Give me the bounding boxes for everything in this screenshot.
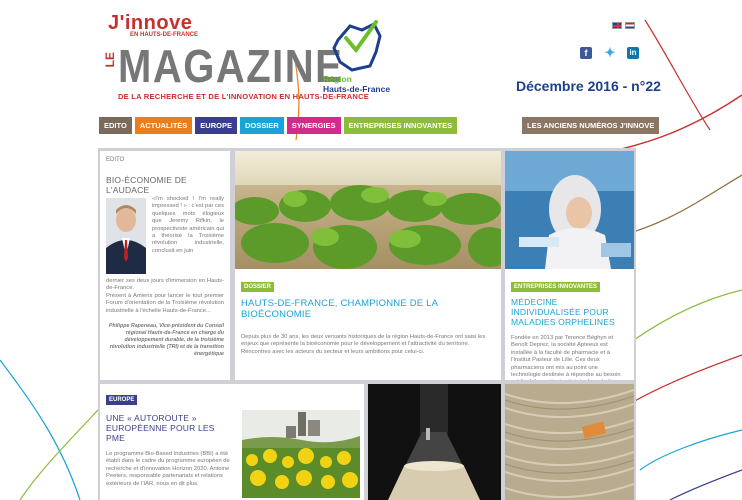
dossier-tag[interactable]: DOSSIER: [241, 282, 275, 292]
facebook-icon[interactable]: f: [580, 47, 592, 59]
europe-tag[interactable]: EUROPE: [106, 395, 138, 405]
tab-entreprises-innovantes[interactable]: ENTREPRISES INNOVANTES: [343, 117, 458, 134]
flag-uk-icon[interactable]: [612, 22, 622, 29]
logo-jinnove-subtext: EN HAUTS-DE-FRANCE: [130, 32, 198, 38]
fibers-card[interactable]: [505, 384, 634, 500]
flask-card[interactable]: [368, 384, 501, 500]
tab-actualites[interactable]: ACTUALITÉS: [134, 117, 193, 134]
edito-body-side: «I'm shocked ! I'm really impressed ! » …: [152, 196, 224, 254]
tab-synergies[interactable]: SYNERGIES: [286, 117, 341, 134]
flag-nl-icon[interactable]: [625, 22, 635, 29]
europe-title[interactable]: UNE « AUTOROUTE » EUROPÉENNE POUR LES PM…: [106, 413, 236, 443]
dossier-field-image[interactable]: [235, 151, 501, 269]
dossier-title[interactable]: HAUTS-DE-FRANCE, CHAMPIONNE DE LA BIOÉCO…: [241, 298, 495, 320]
twitter-icon[interactable]: ✦: [604, 46, 616, 59]
medecine-tag[interactable]: ENTREPRISES INNOVANTES: [511, 282, 600, 292]
main-nav: EDITO ACTUALITÉS EUROPE DOSSIER SYNERGIE…: [99, 117, 458, 134]
edito-body-line: dernier ses deux jours d'immersion en Ha…: [106, 278, 224, 292]
edito-body-rest: dernier ses deux jours d'immersion en Ha…: [106, 278, 224, 315]
archive-button[interactable]: LES ANCIENS NUMÉROS J'INNOVE: [522, 117, 660, 134]
fibers-image[interactable]: [505, 384, 634, 500]
logo-le: LE: [103, 52, 117, 68]
dossier-card[interactable]: DOSSIER HAUTS-DE-FRANCE, CHAMPIONNE DE L…: [235, 151, 501, 380]
medecine-card[interactable]: ENTREPRISES INNOVANTES MÉDECINE INDIVIDU…: [505, 151, 634, 380]
industrial-rapeseed-image[interactable]: [242, 400, 360, 498]
edito-kicker: EDITO: [106, 157, 125, 163]
medecine-title[interactable]: MÉDECINE INDIVIDUALISÉE POUR MALADIES OR…: [511, 297, 628, 327]
flask-image[interactable]: [368, 384, 501, 500]
tab-edito[interactable]: EDITO: [99, 117, 132, 134]
medecine-body: Fondée en 2013 par Terence Béghyn et Ben…: [511, 335, 621, 380]
issue-date: Décembre 2016 - n°22: [516, 78, 661, 94]
edito-portrait-image: [106, 198, 146, 274]
edito-signature: Philippe Rapeneau, Vice-président du Con…: [108, 323, 224, 357]
tab-dossier[interactable]: DOSSIER: [239, 117, 284, 134]
region-logo-icon[interactable]: [330, 18, 386, 74]
laboratory-image[interactable]: [505, 151, 634, 269]
tab-europe[interactable]: EUROPE: [195, 117, 237, 134]
jinnove-logo[interactable]: J'innove EN HAUTS-DE-FRANCE: [108, 12, 198, 38]
dossier-body: Depuis plus de 30 ans, les deux versants…: [241, 334, 486, 355]
edito-title[interactable]: BIO-ÉCONOMIE DE L'AUDACE: [106, 175, 224, 195]
linkedin-icon[interactable]: in: [627, 47, 639, 59]
europe-body: Le programme Bio-Based Industries (BBI) …: [106, 451, 230, 487]
edito-body-line-2: Présent à Amiens pour lancer le tout pre…: [106, 292, 224, 314]
region-name: Région Hauts-de-France: [323, 74, 390, 94]
region-label: Région: [323, 74, 352, 84]
europe-card[interactable]: EUROPE UNE « AUTOROUTE » EUROPÉENNE POUR…: [100, 384, 364, 500]
logo-magazine: MAGAZINE: [118, 41, 344, 93]
region-title: Hauts-de-France: [323, 84, 391, 94]
language-flags: [612, 22, 635, 29]
